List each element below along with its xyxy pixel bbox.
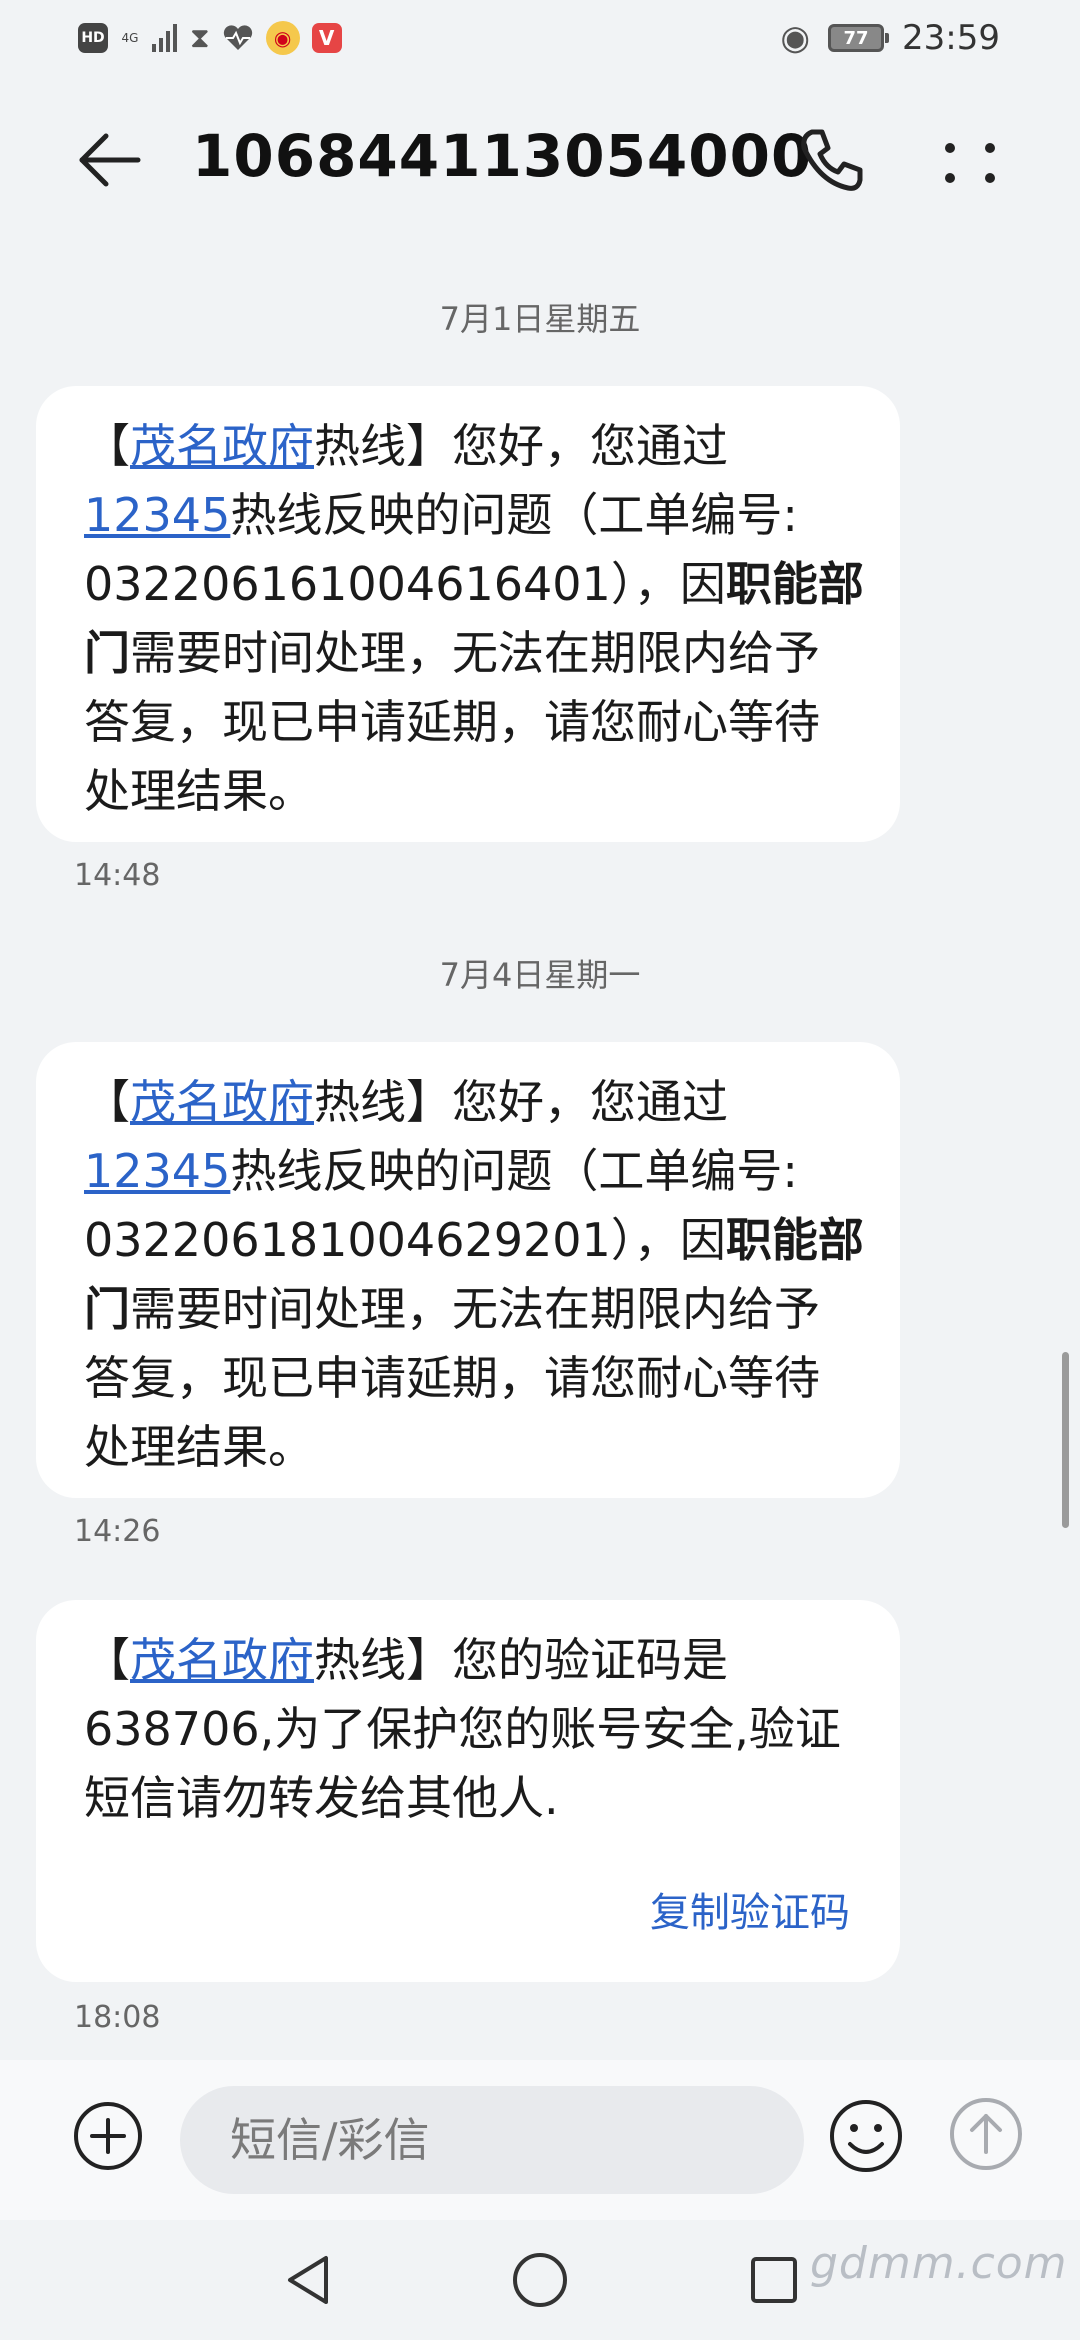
message-time: 18:08 [74, 2000, 161, 2035]
hourglass-icon: ⧗ [190, 21, 210, 54]
copy-code-button[interactable]: 复制验证码 [650, 1880, 850, 1938]
more-vertical-icon[interactable] [930, 120, 1010, 200]
status-bar: HD 4G ⧗ ◉ V ◉ 77 23:59 [0, 0, 1080, 80]
message-composer [0, 2060, 1080, 2220]
health-heart-icon [223, 25, 252, 50]
link-hotline-number[interactable]: 12345 [84, 488, 230, 542]
nav-recent-square-icon[interactable] [744, 2250, 804, 2310]
message-text: 【茂名政府热线】您好，您通过 12345热线反映的问题（工单编号: 03220616… [84, 419, 864, 818]
message-time: 14:26 [74, 1514, 161, 1549]
hd-badge: HD [78, 23, 108, 53]
arrow-left-icon[interactable] [70, 120, 150, 200]
link-gov[interactable]: 茂名政府 [130, 419, 314, 473]
system-nav-bar: gdmm.com [0, 2220, 1080, 2340]
signal-icon [152, 24, 177, 52]
status-time: 23:59 [902, 18, 1000, 58]
message-text: 【茂名政府热线】您好，您通过 12345热线反映的问题（工单编号: 03220618… [84, 1075, 864, 1474]
weibo-icon: ◉ [265, 21, 300, 55]
contact-number-title: 106844113054000 [192, 122, 813, 190]
phone-icon[interactable] [790, 120, 870, 200]
nav-home-circle-icon[interactable] [508, 2248, 572, 2312]
sms-input[interactable] [180, 2086, 804, 2194]
message-bubble[interactable]: 【茂名政府热线】您的验证码是 638706,为了保护您的账号安全,验证短信请勿转发… [36, 1600, 900, 1982]
message-text: 【茂名政府热线】您的验证码是 638706,为了保护您的账号安全,验证短信请勿转发… [84, 1633, 841, 1825]
message-bubble[interactable]: 【茂名政府热线】您好，您通过 12345热线反映的问题（工单编号: 03220616… [36, 386, 900, 842]
date-separator: 7月1日星期五 [439, 300, 641, 338]
nav-back-triangle-icon[interactable] [280, 2250, 340, 2310]
eye-icon: ◉ [780, 18, 811, 58]
status-left-icons: HD 4G ⧗ ◉ V [78, 18, 342, 58]
v-app-icon: V [311, 23, 342, 53]
battery-icon: 77 [828, 24, 890, 52]
link-gov[interactable]: 茂名政府 [130, 1075, 314, 1129]
message-time: 14:48 [74, 858, 161, 893]
emoji-icon[interactable] [826, 2096, 906, 2176]
date-separator: 7月4日星期一 [439, 956, 641, 994]
ticket-number: 032206161004616401 [84, 557, 611, 611]
verification-code: 638706 [84, 1702, 260, 1756]
scrollbar[interactable] [1062, 1352, 1069, 1528]
link-gov[interactable]: 茂名政府 [130, 1633, 314, 1687]
link-hotline-number[interactable]: 12345 [84, 1144, 230, 1198]
send-arrow-icon[interactable] [946, 2094, 1026, 2174]
network-type-label: 4G [121, 31, 139, 45]
status-right-icons: ◉ 77 23:59 [780, 14, 1000, 62]
battery-level: 77 [843, 27, 869, 49]
plus-circle-icon[interactable] [72, 2100, 144, 2172]
conversation-header: 106844113054000 [0, 100, 1080, 220]
ticket-number: 032206181004629201 [84, 1213, 611, 1267]
message-bubble[interactable]: 【茂名政府热线】您好，您通过 12345热线反映的问题（工单编号: 03220618… [36, 1042, 900, 1498]
watermark: gdmm.com [810, 2238, 1068, 2289]
